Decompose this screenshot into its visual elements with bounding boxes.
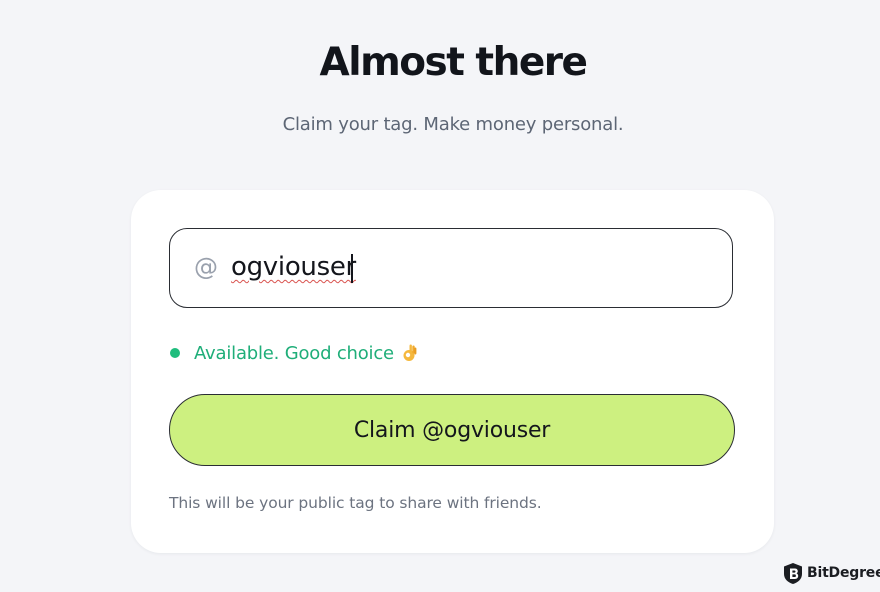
claim-tag-card: @ ogviouser Available. Good choice Claim… [131,190,774,553]
page-subtitle: Claim your tag. Make money personal. [282,114,624,135]
at-sign-icon: @ [194,253,218,281]
page-title: Almost there [319,40,588,85]
tag-input[interactable]: @ ogviouser [169,228,733,308]
status-dot-icon [170,348,180,358]
bitdegree-logo-icon [783,562,803,585]
watermark-text: BitDegree [807,565,880,581]
ok-hand-icon [403,343,417,363]
tag-input-value[interactable]: ogviouser [231,251,356,283]
public-tag-hint: This will be your public tag to share wi… [169,494,542,512]
bitdegree-watermark: BitDegree [783,561,880,585]
claim-tag-button[interactable]: Claim @ogviouser [169,394,735,466]
text-caret [351,254,353,283]
availability-message: Available. Good choice [194,342,394,364]
availability-status: Available. Good choice [170,341,417,365]
